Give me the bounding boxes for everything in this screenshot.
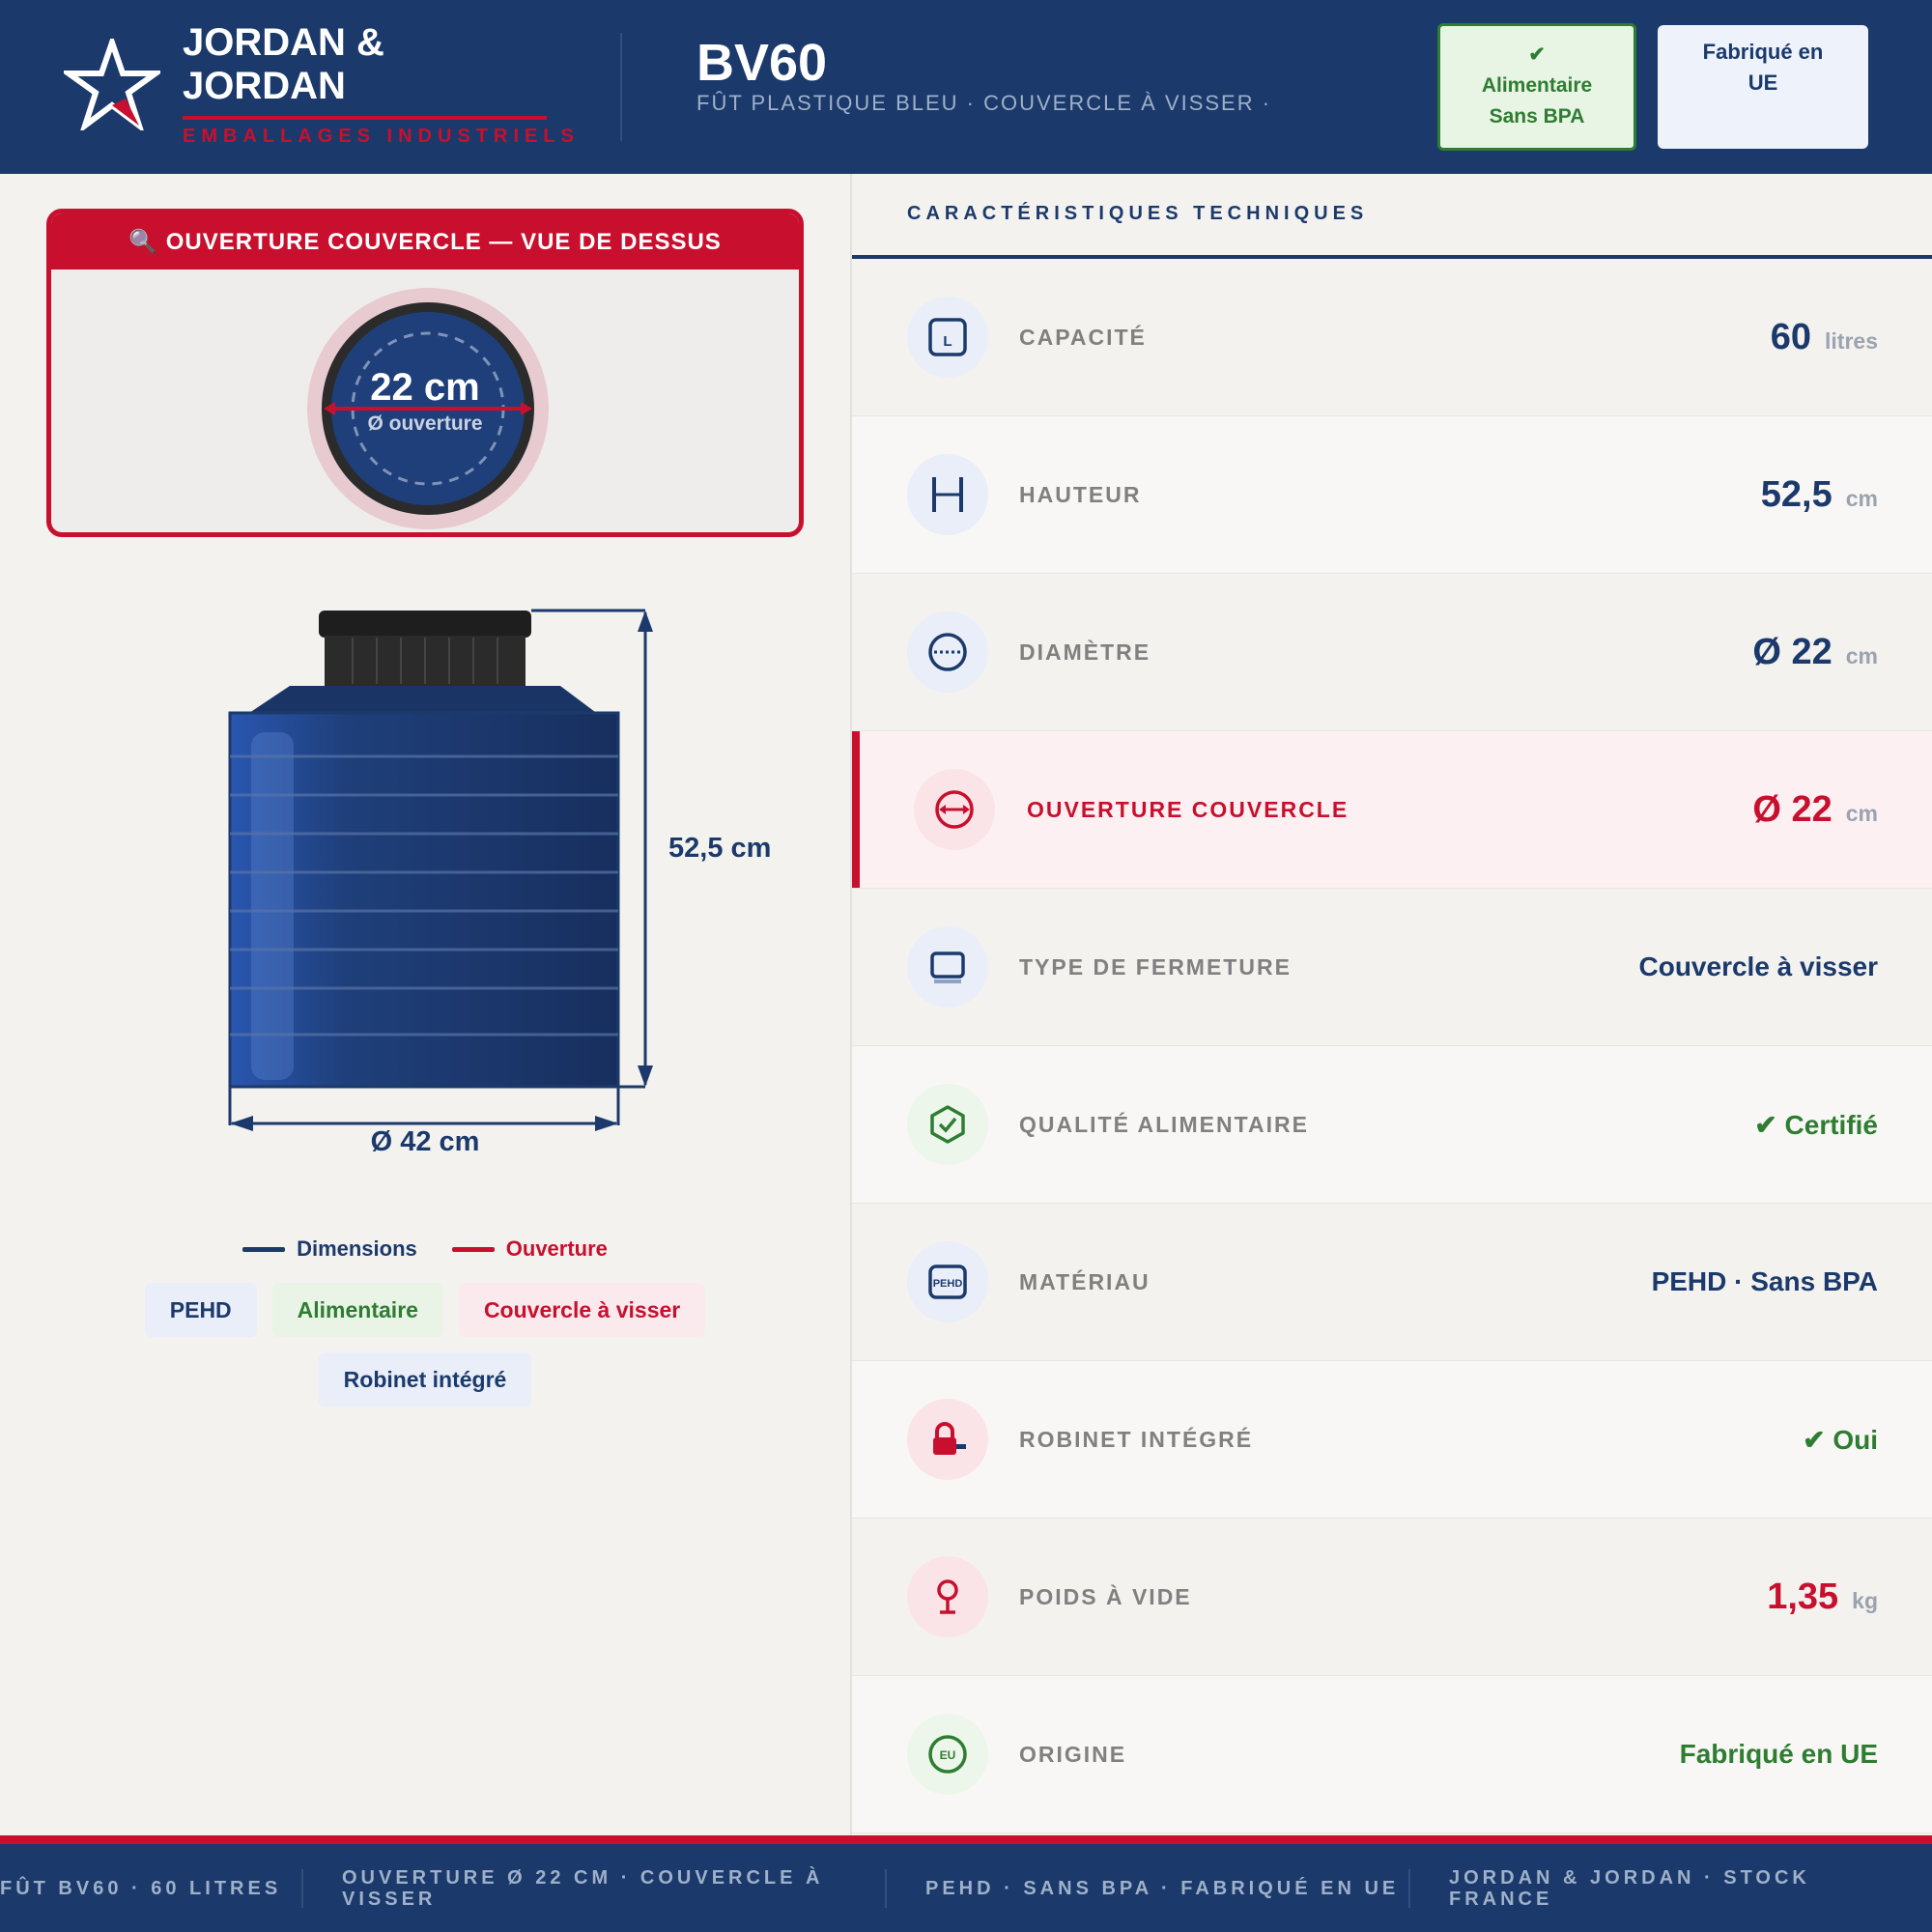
made-in-eu-badge: Fabriqué en UE (1658, 25, 1868, 149)
spec-row-empty-weight: POIDS À VIDE 1,35 kg (852, 1519, 1932, 1676)
spec-row-capacity: L CAPACITÉ 60 litres (852, 259, 1932, 416)
eu-icon: EU (907, 1714, 988, 1795)
lid-opening-top-view: 🔍 OUVERTURE COUVERCLE — VUE DE DESSUS 22… (46, 209, 804, 537)
brand-subtitle: EMBALLAGES INDUSTRIELS (183, 126, 580, 147)
tag-screw-lid: Couvercle à visser (458, 1283, 706, 1337)
svg-text:EU: EU (940, 1748, 956, 1762)
capacity-icon: L (907, 297, 988, 378)
header: JORDAN & JORDAN EMBALLAGES INDUSTRIELS B… (0, 0, 1932, 174)
food-grade-badge: ✔ Alimentaire Sans BPA (1437, 23, 1636, 151)
svg-text:PEHD: PEHD (933, 1278, 963, 1290)
footer-item-material: PEHD · SANS BPA · FABRIQUÉ EN UE (925, 1877, 1400, 1899)
tap-icon (907, 1399, 988, 1480)
spec-row-lid-opening: OUVERTURE COUVERCLE Ø 22 cm (852, 731, 1932, 889)
spec-row-height: HAUTEUR 52,5 cm (852, 416, 1932, 574)
top-view-title: 🔍 OUVERTURE COUVERCLE — VUE DE DESSUS (51, 213, 799, 270)
tag-tap: Robinet intégré (318, 1352, 532, 1406)
check-icon: ✔ (1528, 43, 1546, 66)
feature-tags: PEHD Alimentaire Couvercle à visser Robi… (0, 1283, 850, 1406)
svg-text:L: L (943, 333, 952, 350)
spec-row-material: PEHD MATÉRIAU PEHD · Sans BPA (852, 1204, 1932, 1361)
legend-dimensions: Dimensions (242, 1236, 417, 1262)
opening-value: 22 cm (370, 366, 480, 409)
specs-title: CARACTÉRISTIQUES TECHNIQUES (852, 174, 1932, 259)
diameter-dimension-label: Ø 42 cm (370, 1126, 480, 1157)
tag-pehd: PEHD (144, 1283, 257, 1337)
model-title: BV60 (696, 34, 828, 92)
star-logo-icon (64, 39, 160, 130)
tag-food-grade: Alimentaire (271, 1283, 443, 1337)
spec-row-closure-type: TYPE DE FERMETURE Couvercle à visser (852, 889, 1932, 1046)
weight-icon (907, 1556, 988, 1637)
brand-underline (183, 116, 547, 120)
legend-opening: Ouverture (451, 1236, 608, 1262)
drum-diagram (228, 609, 653, 1131)
header-divider (620, 33, 622, 141)
spec-row-diameter: DIAMÈTRE Ø 22 cm (852, 574, 1932, 731)
model-description: FÛT PLASTIQUE BLEU · COUVERCLE À VISSER … (696, 91, 1272, 115)
material-icon: PEHD (907, 1241, 988, 1322)
spec-row-origin: EU ORIGINE Fabriqué en UE (852, 1676, 1932, 1833)
legend-swatch-navy (242, 1246, 286, 1252)
opening-icon (914, 769, 995, 850)
opening-caption: Ø ouverture (367, 412, 483, 435)
diagram-legend: Dimensions Ouverture (0, 1236, 850, 1262)
footer-item-model: FÛT BV60 · 60 LITRES (0, 1877, 282, 1899)
footer-item-opening: OUVERTURE Ø 22 CM · COUVERCLE À VISSER (342, 1866, 824, 1910)
spec-row-tap: ROBINET INTÉGRÉ ✔ Oui (852, 1361, 1932, 1519)
footer: FÛT BV60 · 60 LITRES OUVERTURE Ø 22 CM ·… (0, 1835, 1932, 1932)
brand-name: JORDAN & JORDAN (183, 21, 384, 107)
footer-item-brand: JORDAN & JORDAN · STOCK FRANCE (1449, 1866, 1810, 1910)
diameter-icon (907, 611, 988, 693)
lid-icon (907, 926, 988, 1008)
specs-panel: CARACTÉRISTIQUES TECHNIQUES L CAPACITÉ 6… (850, 174, 1932, 1835)
height-dimension-label: 52,5 cm (668, 833, 772, 864)
shield-check-icon (907, 1084, 988, 1165)
spec-row-food-quality: QUALITÉ ALIMENTAIRE ✔ Certifié (852, 1046, 1932, 1204)
legend-swatch-red (451, 1246, 495, 1252)
height-icon (907, 454, 988, 535)
